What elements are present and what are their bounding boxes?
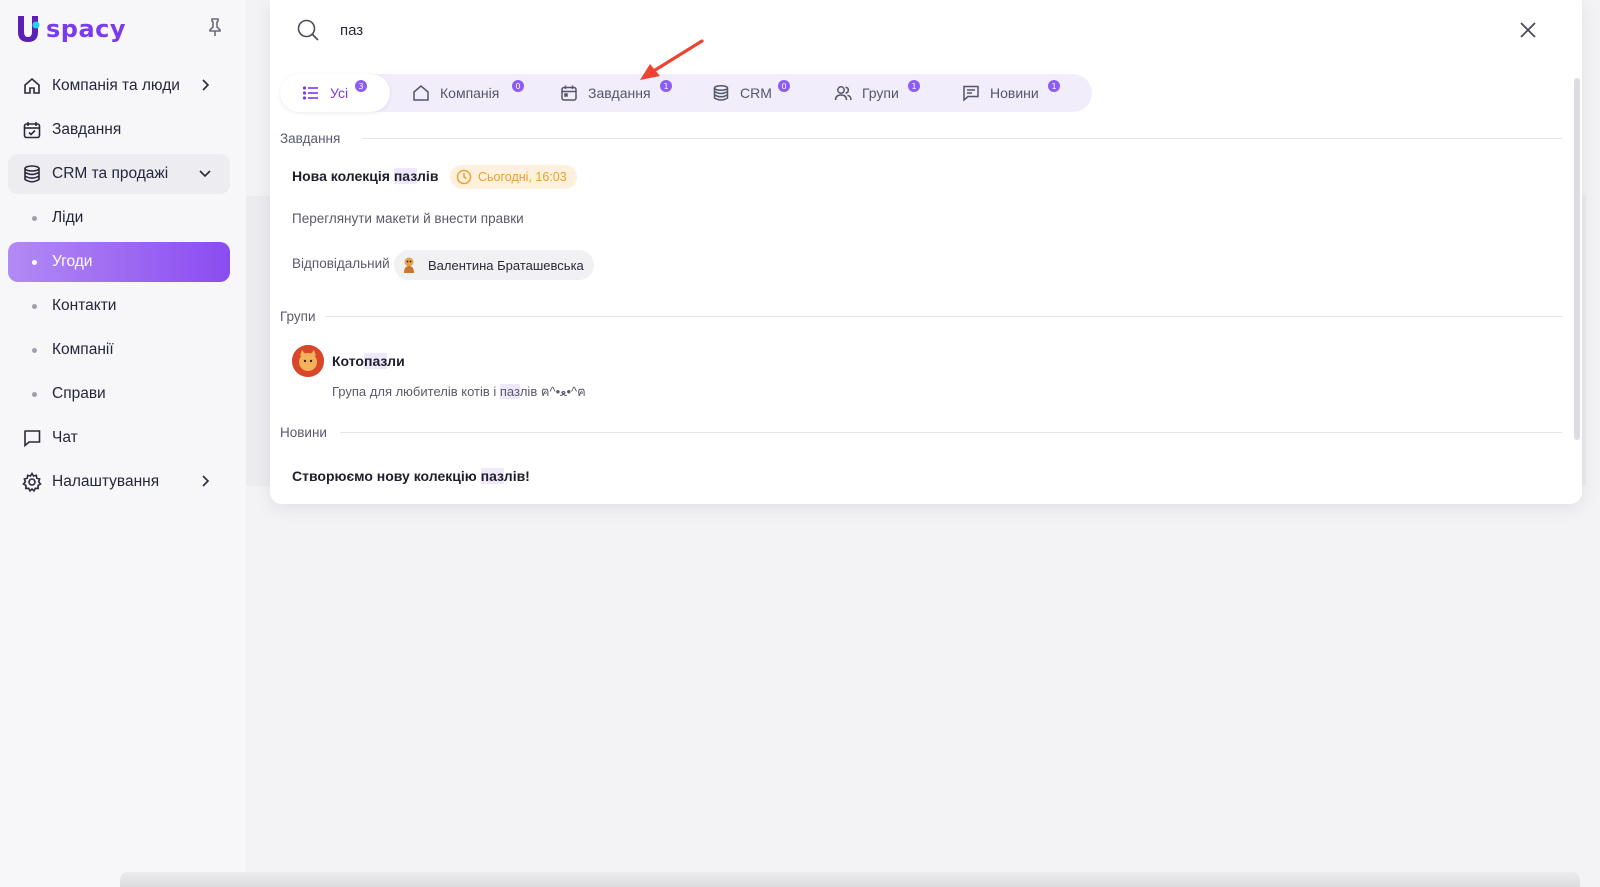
tab-count-badge: 0 — [778, 80, 790, 92]
section-title-groups: Групи — [280, 309, 316, 324]
group-result-name[interactable]: Котопазли — [332, 353, 405, 369]
tab-count-badge: 0 — [512, 80, 524, 92]
sidebar-item-crm[interactable]: CRM та продажі — [8, 154, 230, 194]
clock-icon — [456, 169, 472, 185]
tab-all[interactable]: Усі 3 — [280, 74, 390, 112]
sidebar-subitem-label: Компанії — [52, 341, 114, 358]
group-avatar[interactable] — [292, 345, 324, 377]
section-title-tasks: Завдання — [280, 131, 341, 146]
close-icon[interactable] — [1518, 20, 1538, 40]
title-text: Нова колекція — [292, 168, 394, 184]
avatar — [404, 257, 414, 273]
tab-label: Компанія — [440, 85, 500, 101]
sidebar-nav: Компанія та люди Завдання CRM та продажі… — [8, 66, 230, 506]
sidebar-subitem-label: Контакти — [52, 297, 117, 314]
sidebar-subitem-label: Ліди — [52, 209, 84, 226]
logo-mark-icon — [18, 16, 40, 42]
match-highlight: паз — [393, 168, 418, 184]
section-divider — [340, 432, 1562, 433]
sidebar-item-chat[interactable]: Чат — [8, 418, 230, 458]
tab-news[interactable]: Новини 1 — [940, 74, 1080, 112]
sidebar-subitem-leads[interactable]: Ліди — [8, 198, 230, 238]
database-icon — [22, 164, 42, 184]
calendar-icon — [560, 84, 578, 102]
sidebar-item-settings[interactable]: Налаштування — [8, 462, 230, 502]
tab-label: Завдання — [588, 85, 651, 101]
tab-label: Усі — [330, 85, 349, 101]
sidebar-item-label: Компанія та люди — [52, 77, 180, 94]
logo-text: spacy — [46, 15, 127, 43]
sidebar-subitem-companies[interactable]: Компанії — [8, 330, 230, 370]
sidebar-subitem-deals[interactable]: Угоди — [8, 242, 230, 282]
tab-label: CRM — [740, 85, 772, 101]
group-description: Група для любителів котів і пазлів ฅ^•ﻌ•… — [332, 381, 586, 402]
section-divider — [326, 316, 1562, 317]
name-text: ли — [387, 353, 405, 369]
name-text: Кото — [332, 353, 364, 369]
sidebar-item-label: CRM та продажі — [52, 165, 169, 182]
match-highlight: паз — [499, 384, 520, 399]
database-icon — [712, 84, 730, 102]
logo[interactable]: spacy — [14, 12, 126, 46]
sidebar-item-label: Завдання — [52, 121, 122, 138]
bottom-panel-edge — [120, 872, 1580, 887]
home-icon — [412, 84, 430, 102]
tab-count-badge: 3 — [355, 80, 367, 92]
tab-company[interactable]: Компанія 0 — [390, 74, 538, 112]
list-icon — [302, 84, 320, 102]
sidebar-subitem-label: Справи — [52, 385, 106, 402]
responsible-chip[interactable]: Валентина Браташевська — [394, 250, 594, 280]
sidebar: spacy Компанія та люди Завдання CRM та п… — [0, 0, 246, 887]
sidebar-subitem-label: Угоди — [52, 253, 93, 270]
search-icon — [297, 19, 319, 41]
annotation-arrow-icon — [640, 39, 704, 80]
users-icon — [834, 84, 852, 102]
section-title-news: Новини — [280, 425, 327, 440]
calendar-check-icon — [22, 120, 42, 140]
match-highlight: паз — [363, 353, 388, 369]
chat-icon — [22, 428, 42, 448]
match-highlight: паз — [480, 468, 504, 484]
title-text: лів! — [503, 468, 530, 484]
tab-count-badge: 1 — [908, 80, 920, 92]
scrollbar[interactable] — [1574, 78, 1580, 440]
home-icon — [22, 76, 42, 96]
task-description: Переглянути макети й внести правки — [292, 211, 524, 226]
search-panel: Усі 3 Компанія 0 Завдання 1 CRM 0 — [270, 0, 1582, 504]
desc-text: лів ฅ^•ﻌ•^ฅ — [519, 384, 586, 399]
chevron-down-icon — [199, 170, 211, 178]
sidebar-item-company[interactable]: Компанія та люди — [8, 66, 230, 106]
search-input[interactable] — [340, 16, 1440, 44]
tab-label: Новини — [990, 85, 1039, 101]
tab-label: Групи — [862, 85, 899, 101]
tab-groups[interactable]: Групи 1 — [812, 74, 940, 112]
pin-icon[interactable] — [204, 16, 226, 38]
task-result-title[interactable]: Нова колекція пазлів — [292, 168, 438, 184]
sidebar-item-label: Налаштування — [52, 473, 160, 490]
news-result-title[interactable]: Створюємо нову колекцію пазлів! — [292, 468, 530, 484]
section-divider — [362, 138, 1562, 139]
sidebar-item-tasks[interactable]: Завдання — [8, 110, 230, 150]
due-date-badge: Сьогодні, 16:03 — [450, 165, 577, 189]
sidebar-subitem-contacts[interactable]: Контакти — [8, 286, 230, 326]
title-text: Створюємо нову колекцію — [292, 468, 481, 484]
title-text: лів — [417, 168, 439, 184]
message-icon — [962, 84, 980, 102]
sidebar-subitem-cases[interactable]: Справи — [8, 374, 230, 414]
gear-icon — [22, 472, 42, 492]
desc-text: Група для любителів котів і — [332, 384, 500, 399]
chevron-right-icon — [202, 475, 210, 487]
tab-count-badge: 1 — [1048, 80, 1060, 92]
due-date-text: Сьогодні, 16:03 — [478, 170, 567, 184]
responsible-name: Валентина Браташевська — [428, 257, 584, 273]
chevron-right-icon — [202, 79, 210, 91]
sidebar-item-label: Чат — [52, 429, 78, 446]
responsible-label: Відповідальний — [292, 256, 390, 271]
